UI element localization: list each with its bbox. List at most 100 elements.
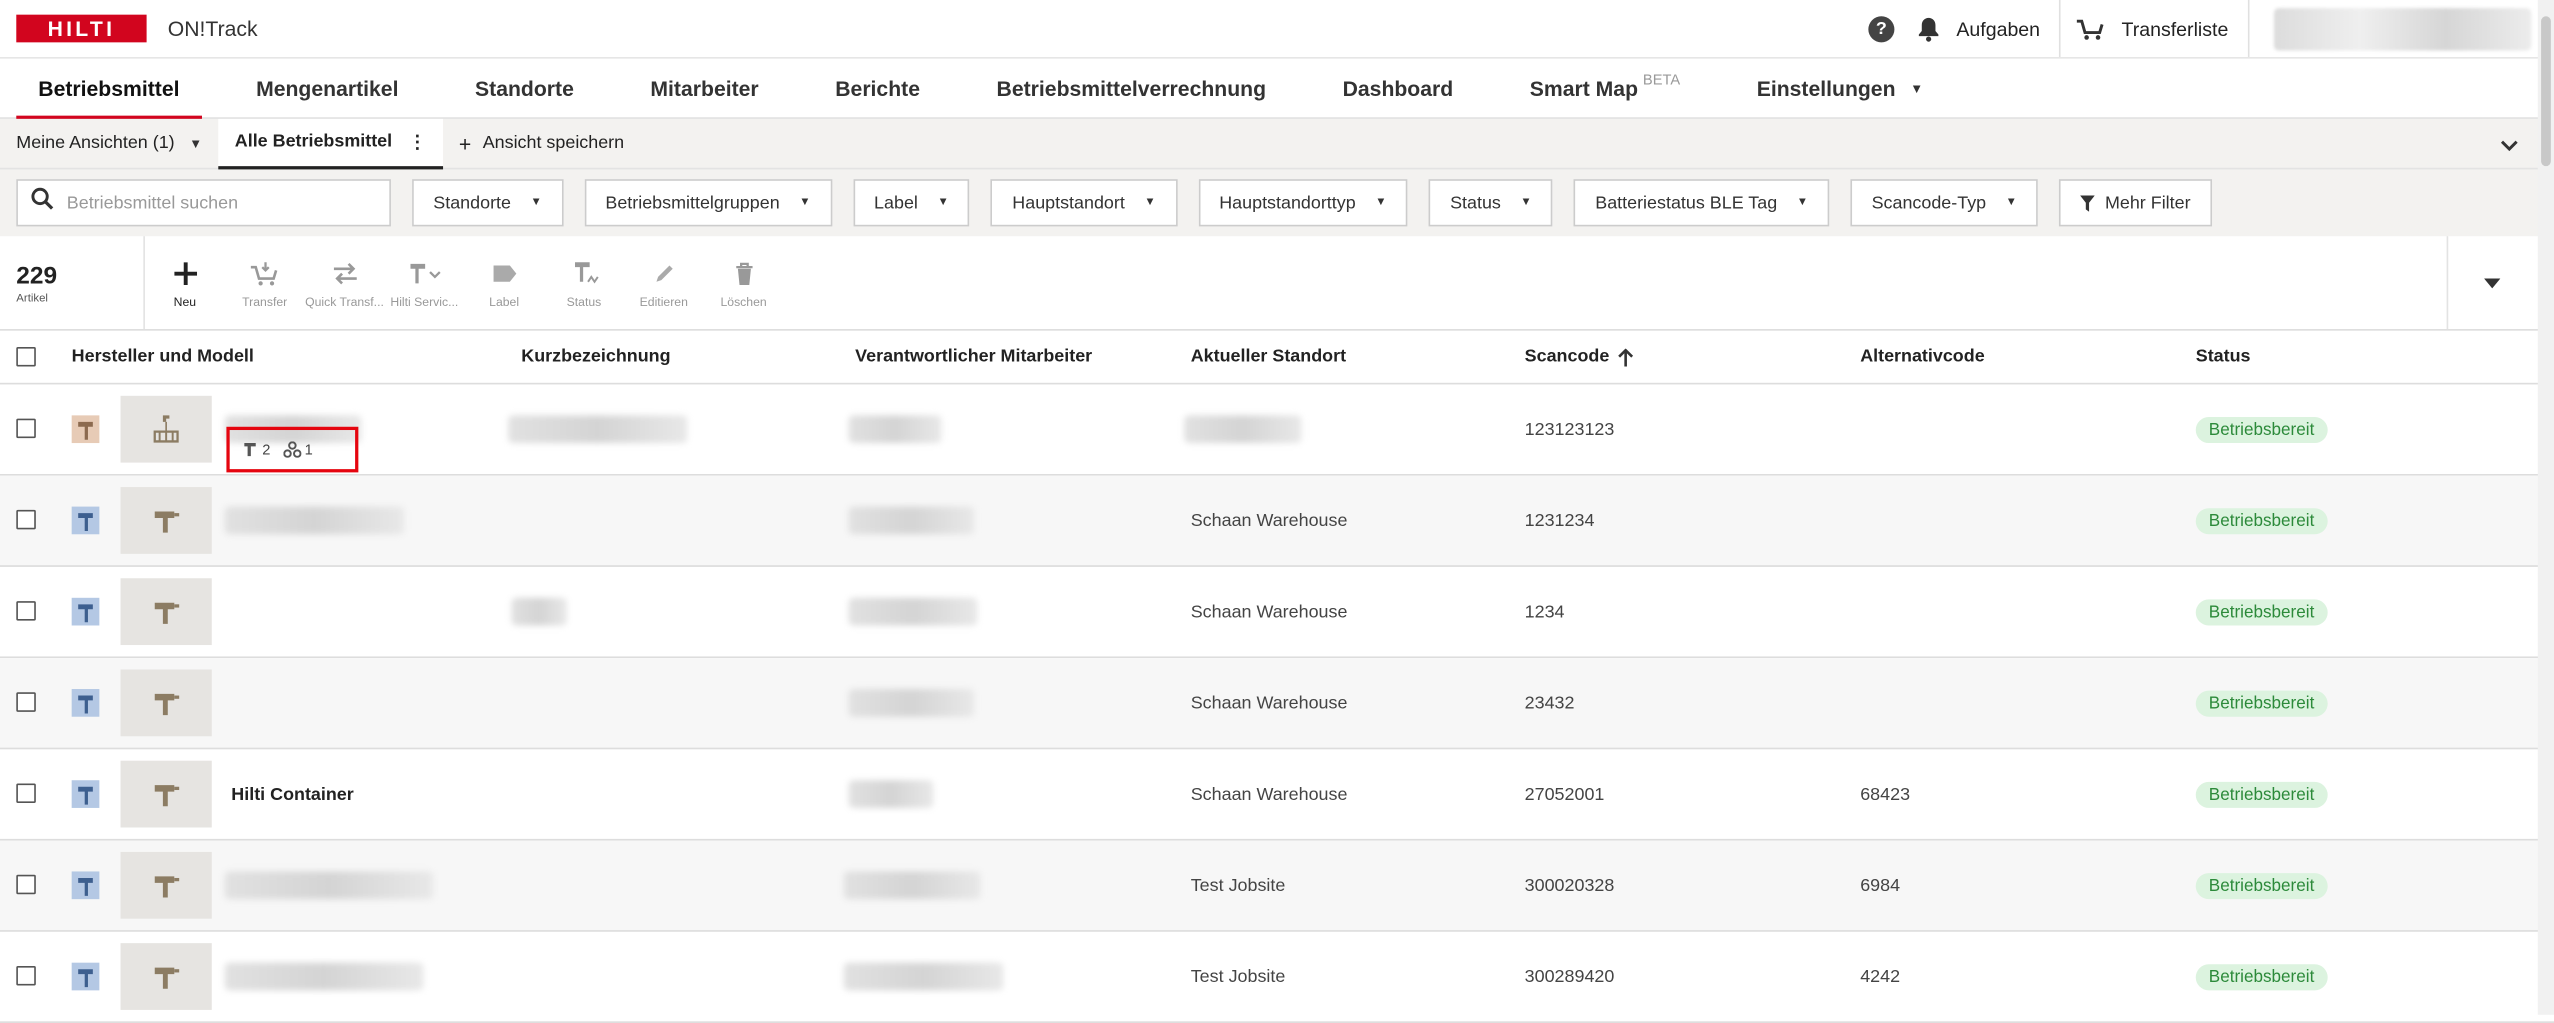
current-view-label: Alle Betriebsmittel: [234, 131, 393, 152]
asset-thumbnail[interactable]: [120, 395, 212, 463]
table-row[interactable]: Schaan Warehouse 1231234 Betriebsbereit: [0, 475, 2554, 567]
column-responsible[interactable]: Verantwortlicher Mitarbeiter: [855, 347, 1092, 367]
page-scrollbar[interactable]: [2537, 0, 2554, 1015]
main-nav: Betriebsmittel Mengenartikel Standorte Mita…: [0, 59, 2554, 119]
chevron-down-icon[interactable]: [2500, 132, 2518, 161]
search-input[interactable]: [63, 191, 380, 215]
user-menu[interactable]: [2273, 7, 2532, 50]
tool-label[interactable]: Label: [464, 236, 544, 329]
responsible-redacted: [848, 384, 942, 474]
model-name[interactable]: Hilti Container: [231, 749, 353, 839]
tool-transfer[interactable]: Transfer: [225, 236, 305, 329]
help-icon[interactable]: ?: [1868, 15, 1895, 42]
row-checkbox[interactable]: [16, 418, 36, 439]
tool-editieren[interactable]: Editieren: [624, 236, 704, 329]
transfer-cart-icon[interactable]: [2076, 17, 2105, 40]
bell-icon[interactable]: [1917, 15, 1940, 41]
column-short-name[interactable]: Kurzbezeichnung: [521, 347, 670, 367]
filter-dropdown[interactable]: Label ▼: [852, 179, 970, 227]
container-type-icon: [71, 415, 100, 444]
status-badge: Betriebsbereit: [2195, 507, 2328, 534]
filter-dropdown[interactable]: Batteriestatus BLE Tag ▼: [1574, 179, 1830, 227]
search-field[interactable]: [16, 179, 391, 227]
row-checkbox[interactable]: [16, 874, 36, 895]
filter-dropdown[interactable]: Hauptstandort ▼: [991, 179, 1177, 227]
tool-status[interactable]: Status: [544, 236, 624, 329]
filter-dropdown[interactable]: Status ▼: [1428, 179, 1553, 227]
tab-current-view[interactable]: Alle Betriebsmittel ⋮: [218, 118, 443, 169]
asset-thumbnail[interactable]: [120, 487, 212, 554]
filter-dropdown[interactable]: Scancode-Typ ▼: [1850, 179, 2039, 227]
filter-dropdown[interactable]: Betriebsmittelgruppen ▼: [584, 179, 832, 227]
current-location: Test Jobsite: [1190, 875, 1286, 896]
filter-dropdown[interactable]: Hauptstandorttyp ▼: [1198, 179, 1408, 227]
asset-type-icon: [71, 597, 100, 626]
status-badge: Betriebsbereit: [2195, 963, 2328, 990]
nav-betriebsmittelverrechnung[interactable]: Betriebsmittelverrechnung: [958, 59, 1304, 118]
nav-label: Mengenartikel: [256, 75, 399, 101]
asset-thumbnail[interactable]: [120, 760, 212, 828]
filter-label: Hauptstandorttyp: [1219, 193, 1356, 213]
status-tool-icon: [569, 256, 598, 292]
transfer-cart-icon: [248, 256, 281, 292]
asset-thumbnail[interactable]: [120, 669, 212, 737]
status-cell: Betriebsbereit: [2195, 658, 2328, 748]
nav-smart-map[interactable]: Smart Map BETA: [1491, 59, 1718, 118]
current-location: Schaan Warehouse: [1190, 510, 1348, 531]
row-checkbox[interactable]: [16, 601, 36, 621]
nav-betriebsmittel[interactable]: Betriebsmittel: [0, 59, 218, 119]
tool-neu[interactable]: Neu: [145, 236, 225, 329]
scrollbar-thumb[interactable]: [2541, 16, 2551, 167]
tool-hilti-servic[interactable]: Hilti Servic...: [384, 236, 464, 329]
tool-label: Label: [489, 294, 520, 310]
column-scancode[interactable]: Scancode: [1525, 347, 1634, 367]
nav-mengenartikel[interactable]: Mengenartikel: [218, 59, 437, 118]
filter-dropdown[interactable]: Standorte ▼: [412, 179, 564, 227]
altcode: 4242: [1860, 966, 1901, 987]
row-checkbox[interactable]: [16, 692, 36, 712]
row-checkbox[interactable]: [16, 965, 36, 986]
column-status[interactable]: Status: [2196, 347, 2251, 367]
tool-löschen[interactable]: Löschen: [704, 236, 784, 329]
filter-funnel-icon: [2080, 194, 2096, 211]
expand-toolbar-button[interactable]: [2446, 236, 2537, 330]
nav-dashboard[interactable]: Dashboard: [1304, 59, 1491, 118]
table-row[interactable]: Test Jobsite 300020328 6984 Betriebsbereit: [0, 840, 2554, 932]
asset-thumbnail[interactable]: [120, 943, 212, 1010]
status-badge: Betriebsbereit: [2195, 598, 2328, 625]
row-checkbox[interactable]: [16, 509, 36, 530]
table-row[interactable]: Schaan Warehouse 23432 Betriebsbereit: [0, 658, 2554, 750]
table-row[interactable]: Hilti Container Schaan Warehouse 27052001 6…: [0, 749, 2554, 841]
column-altcode[interactable]: Alternativcode: [1860, 347, 1984, 367]
count-value: 229: [16, 261, 58, 290]
scancode: 300289420: [1524, 966, 1615, 987]
save-view-button[interactable]: + Ansicht speichern: [443, 119, 641, 168]
asset-thumbnail[interactable]: [120, 851, 212, 919]
chevron-down-icon: ▼: [937, 197, 949, 209]
scancode: 300020328: [1524, 875, 1615, 896]
transfer-list-link[interactable]: Transferliste: [2122, 17, 2248, 40]
container-contents-highlight[interactable]: 2 1: [226, 426, 359, 473]
nav-berichte[interactable]: Berichte: [797, 59, 958, 118]
row-checkbox[interactable]: [16, 783, 36, 804]
chevron-down-icon: ▼: [189, 136, 203, 151]
tool-label: Status: [566, 294, 602, 310]
column-model[interactable]: Hersteller und Modell: [72, 347, 254, 367]
quick-transfer-icon: [330, 256, 359, 292]
table-row[interactable]: Test Jobsite 300289420 4242 Betriebsbereit: [0, 932, 2554, 1023]
nav-mitarbeiter[interactable]: Mitarbeiter: [612, 59, 797, 118]
table-row[interactable]: 123123123 Betriebsbereit: [0, 384, 2554, 476]
more-vert-icon[interactable]: ⋮: [408, 131, 426, 153]
asset-thumbnail[interactable]: [120, 578, 212, 646]
table-row[interactable]: Schaan Warehouse 1234 Betriebsbereit: [0, 567, 2554, 659]
my-views-dropdown[interactable]: Meine Ansichten (1) ▼: [0, 119, 219, 168]
model-name-redacted: [224, 932, 424, 1022]
nav-standorte[interactable]: Standorte: [437, 59, 612, 118]
tasks-link[interactable]: Aufgaben: [1956, 17, 2059, 40]
tool-quick-transf[interactable]: Quick Transf...: [305, 236, 385, 329]
select-all-checkbox[interactable]: [16, 346, 36, 367]
nav-einstellungen[interactable]: Einstellungen ▼: [1718, 59, 1961, 118]
more-filters-button[interactable]: Mehr Filter: [2059, 179, 2212, 227]
hilti-logo[interactable]: HILTI: [16, 14, 147, 43]
column-location[interactable]: Aktueller Standort: [1191, 347, 1346, 367]
